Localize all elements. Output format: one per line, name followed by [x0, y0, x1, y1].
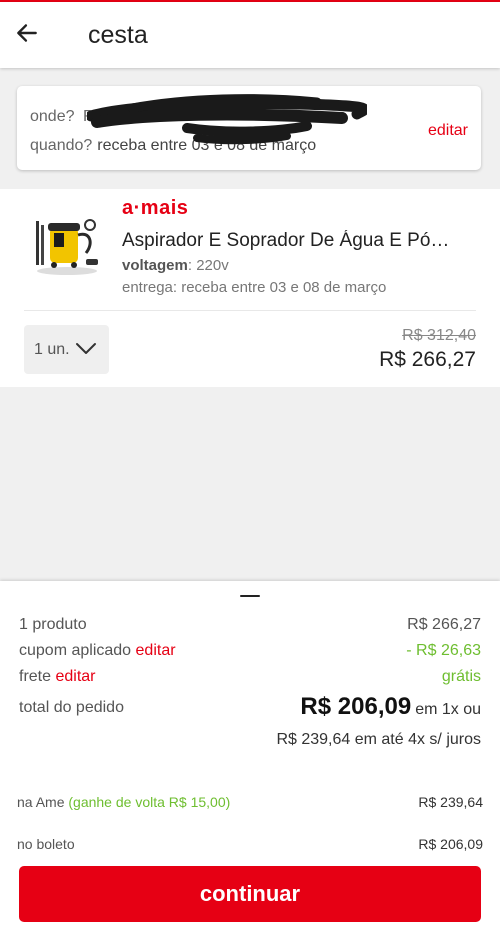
- product-image[interactable]: [32, 213, 102, 277]
- continue-button[interactable]: continuar: [19, 866, 481, 922]
- drag-handle[interactable]: [240, 595, 260, 597]
- ame-label: na Ame: [17, 794, 65, 810]
- store-logo: a·mais: [122, 197, 189, 219]
- voltage-value: : 220v: [187, 257, 229, 274]
- shipping-label: frete: [19, 668, 52, 685]
- when-label: quando?: [30, 137, 93, 154]
- installments-text: R$ 239,64 em até 4x s/ juros: [276, 731, 481, 748]
- shipping-text: frete editar: [19, 668, 96, 686]
- total-group: R$ 206,09 em 1x ou: [300, 693, 481, 721]
- ame-price: R$ 239,64: [418, 794, 483, 810]
- order-summary-panel: 1 produto R$ 266,27 cupom aplicado edita…: [0, 581, 500, 941]
- delivery-info-card: onde? Rua ... azul quando? receba entre 0…: [17, 86, 481, 170]
- boleto-label: no boleto: [17, 836, 75, 852]
- ame-text: na Ame (ganhe de volta R$ 15,00): [17, 794, 230, 810]
- coupon-edit-link[interactable]: editar: [136, 642, 176, 659]
- total-price: R$ 206,09: [300, 693, 412, 720]
- old-price: R$ 312,40: [402, 327, 476, 344]
- delivery-edit-link[interactable]: editar: [428, 122, 468, 140]
- shipping-value: grátis: [441, 668, 481, 685]
- coupon-discount: - R$ 26,63: [406, 642, 481, 659]
- voltage-label: voltagem: [122, 257, 188, 274]
- where-label: onde?: [30, 108, 75, 125]
- products-subtotal: R$ 266,27: [407, 616, 481, 633]
- quantity-value: 1 un.: [34, 341, 70, 358]
- ame-cashback: (ganhe de volta R$ 15,00): [68, 794, 231, 810]
- total-suffix: em 1x ou: [415, 701, 481, 718]
- chevron-down-icon: [76, 343, 96, 354]
- where-value: Rua ... azul: [82, 108, 164, 125]
- shipping-edit-link[interactable]: editar: [55, 668, 95, 685]
- page-title: cesta: [88, 21, 148, 49]
- total-label: total do pedido: [19, 699, 124, 716]
- coupon-label: cupom aplicado: [19, 642, 132, 659]
- app-header: cesta: [0, 2, 500, 68]
- quantity-select[interactable]: 1 un.: [24, 325, 109, 374]
- products-count: 1 produto: [19, 616, 87, 633]
- product-voltage: voltagem: 220v: [122, 257, 229, 274]
- product-name[interactable]: Aspirador E Soprador De Água E Pó…: [122, 230, 452, 252]
- delivery-when-row: quando? receba entre 03 e 08 de março: [30, 137, 316, 155]
- when-value: receba entre 03 e 08 de março: [97, 137, 317, 154]
- coupon-text: cupom aplicado editar: [19, 642, 176, 660]
- cart-item-card: a·mais Aspirador E Soprador De Água E Pó…: [0, 189, 500, 387]
- divider: [24, 310, 476, 311]
- boleto-price: R$ 206,09: [418, 836, 483, 852]
- back-button[interactable]: [10, 16, 44, 50]
- item-price: R$ 266,27: [379, 348, 476, 371]
- product-delivery-estimate: entrega: receba entre 03 e 08 de março: [122, 279, 387, 296]
- delivery-where-row: onde? Rua ... azul: [30, 108, 164, 126]
- arrow-left-icon: [17, 24, 37, 42]
